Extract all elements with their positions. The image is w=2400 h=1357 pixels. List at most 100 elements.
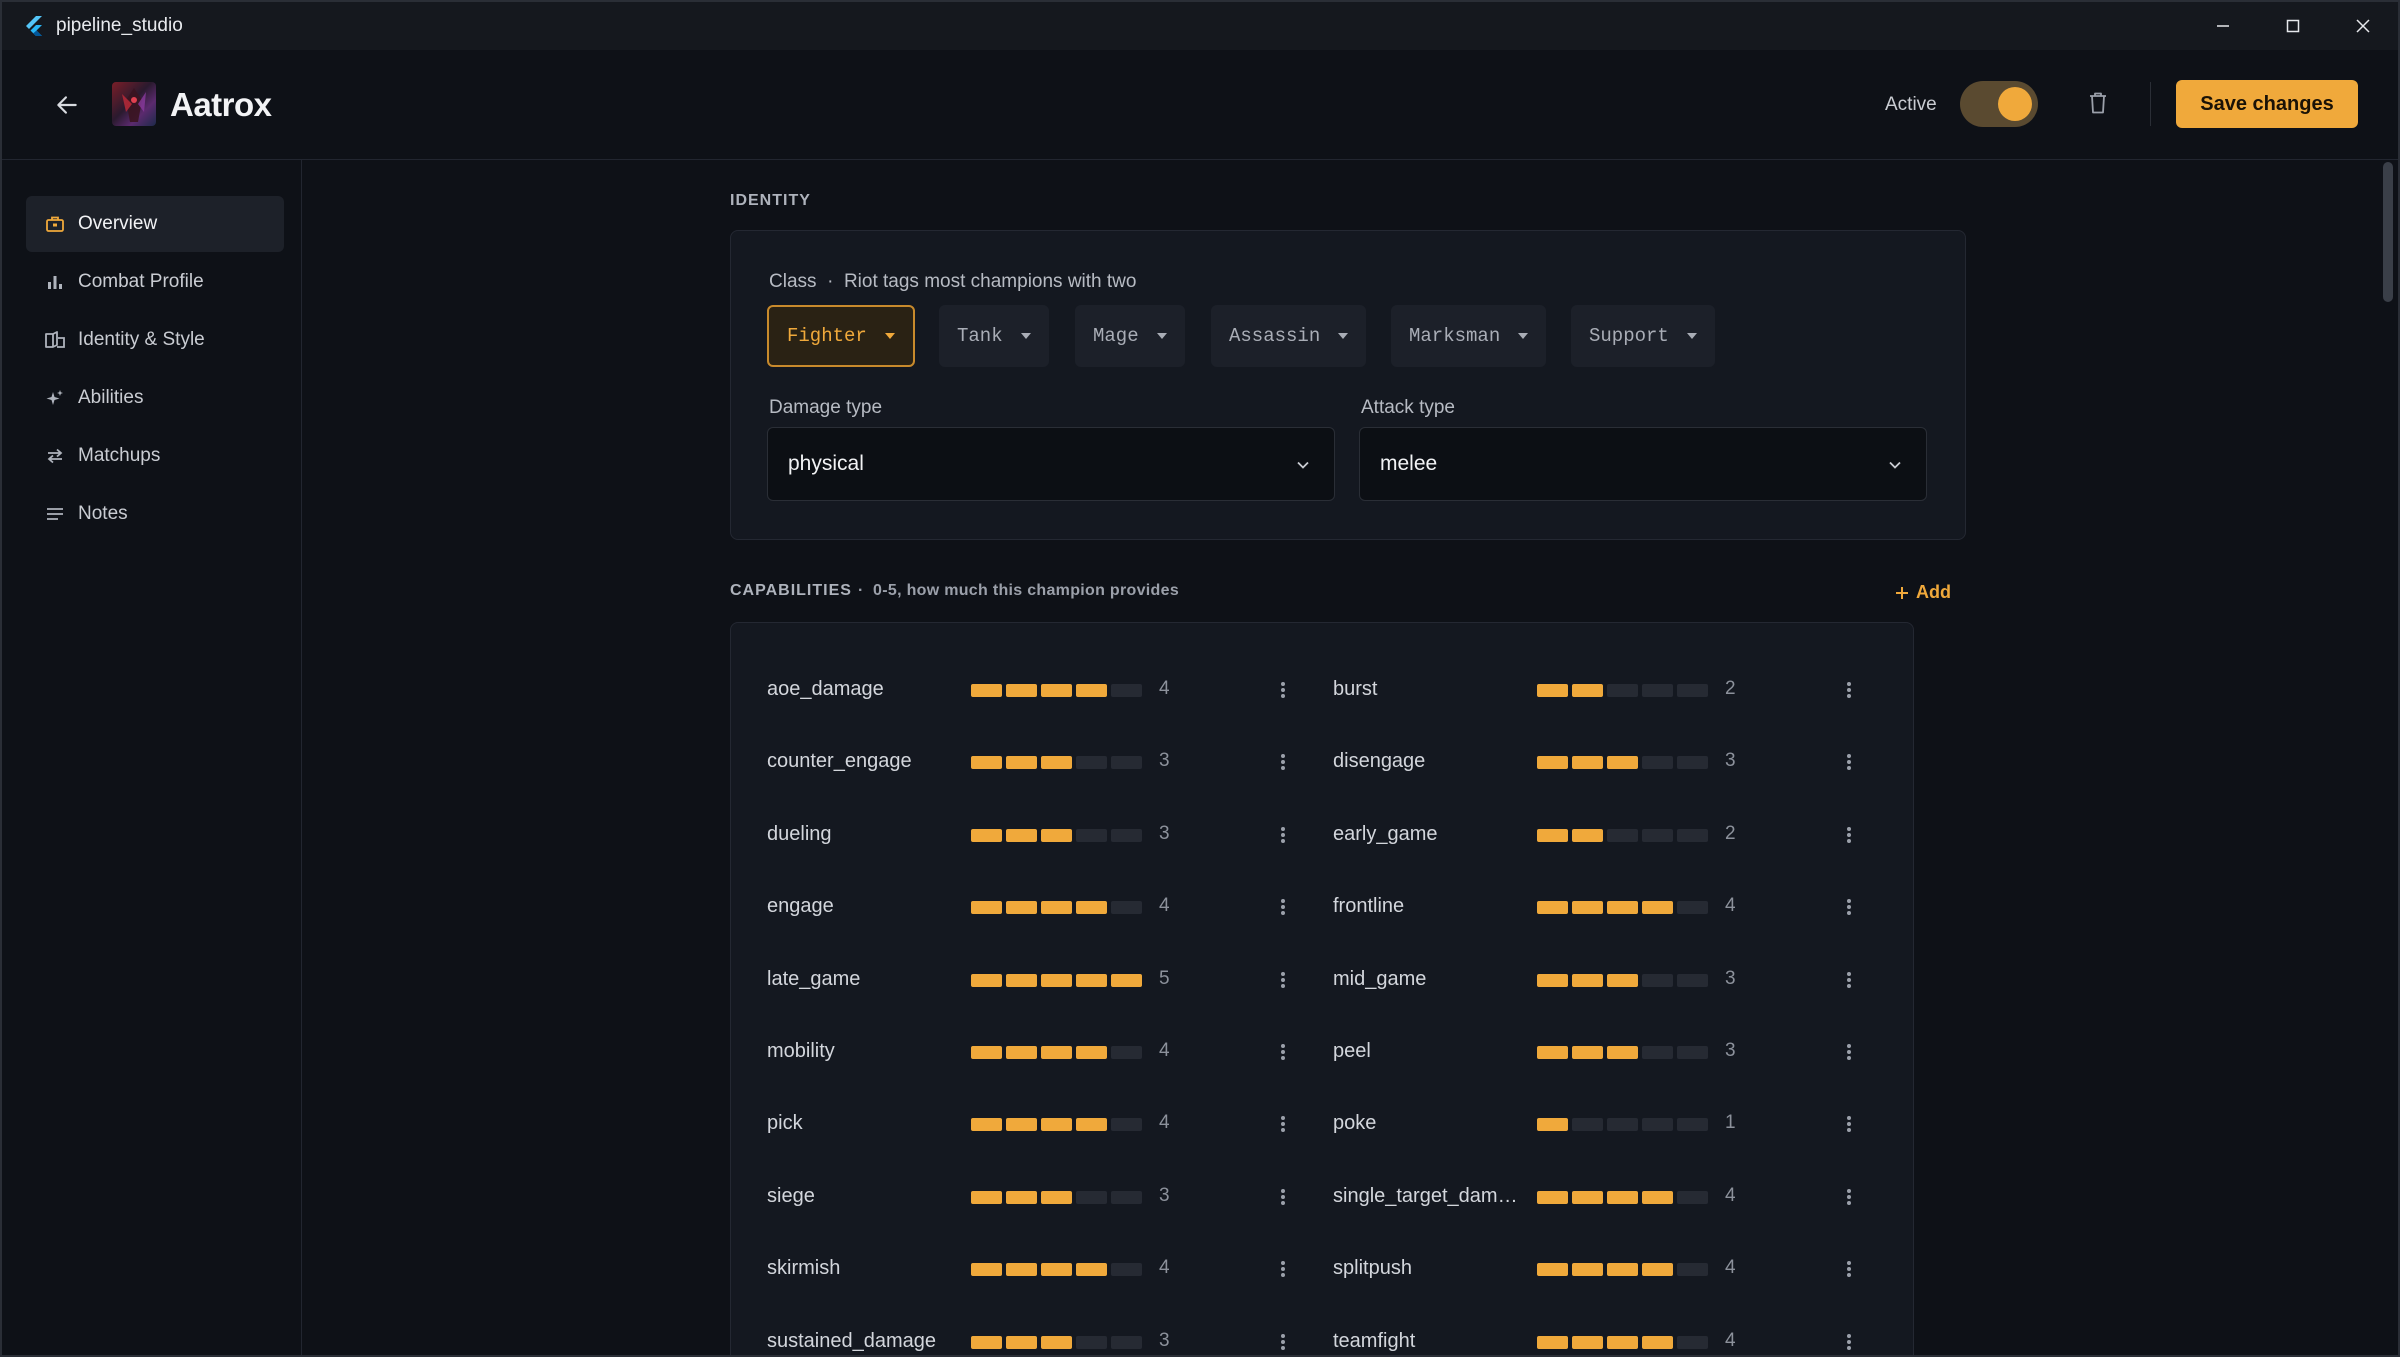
rating-segment[interactable] [1006, 1263, 1037, 1277]
rating-segment[interactable] [1642, 1190, 1673, 1204]
rating-segment[interactable] [1607, 828, 1638, 842]
rating-segment[interactable] [1076, 1263, 1107, 1277]
rating-segment[interactable] [1677, 828, 1708, 842]
rating-segment[interactable] [1041, 684, 1072, 697]
rating-segment[interactable] [1041, 973, 1072, 987]
rating-segment[interactable] [1041, 756, 1072, 770]
more-vertical-icon[interactable] [1275, 821, 1291, 849]
rating-segment[interactable] [1607, 901, 1638, 915]
sidebar-item-identity-style[interactable]: Identity & Style [26, 312, 284, 368]
more-vertical-icon[interactable] [1275, 1183, 1291, 1211]
rating-segment[interactable] [1677, 901, 1708, 915]
rating-segment[interactable] [1537, 901, 1568, 915]
rating-segment[interactable] [1572, 973, 1603, 987]
class-chip-fighter[interactable]: Fighter [767, 305, 915, 367]
attack-type-select[interactable]: melee [1359, 427, 1927, 501]
rating-segment[interactable] [1607, 973, 1638, 987]
rating-segment[interactable] [971, 901, 1002, 915]
rating-segment[interactable] [971, 1263, 1002, 1277]
capability-rating[interactable] [1537, 1190, 1712, 1204]
rating-segment[interactable] [1111, 1190, 1142, 1204]
rating-segment[interactable] [1111, 1335, 1142, 1349]
rating-segment[interactable] [1537, 1335, 1568, 1349]
rating-segment[interactable] [1537, 1263, 1568, 1277]
rating-segment[interactable] [971, 828, 1002, 842]
scroll-thumb[interactable] [2383, 162, 2393, 302]
capability-rating[interactable] [971, 1046, 1146, 1059]
rating-segment[interactable] [971, 973, 1002, 987]
more-vertical-icon[interactable] [1841, 893, 1857, 921]
rating-segment[interactable] [1677, 973, 1708, 987]
more-vertical-icon[interactable] [1841, 966, 1857, 994]
rating-segment[interactable] [1041, 1046, 1072, 1059]
rating-segment[interactable] [1537, 684, 1568, 697]
capability-rating[interactable] [971, 1118, 1146, 1132]
capability-rating[interactable] [971, 1335, 1146, 1349]
rating-segment[interactable] [1642, 973, 1673, 987]
class-chip-mage[interactable]: Mage [1075, 305, 1185, 367]
rating-segment[interactable] [1572, 1118, 1603, 1132]
maximize-button[interactable] [2258, 2, 2328, 50]
rating-segment[interactable] [1572, 1335, 1603, 1349]
rating-segment[interactable] [1642, 684, 1673, 697]
rating-segment[interactable] [1041, 901, 1072, 915]
rating-segment[interactable] [1607, 1046, 1638, 1059]
rating-segment[interactable] [1607, 1335, 1638, 1349]
sidebar-item-abilities[interactable]: Abilities [26, 370, 284, 426]
rating-segment[interactable] [1537, 1118, 1568, 1132]
capability-rating[interactable] [1537, 684, 1712, 697]
capability-rating[interactable] [1537, 828, 1712, 842]
rating-segment[interactable] [1111, 973, 1142, 987]
rating-segment[interactable] [1677, 1190, 1708, 1204]
rating-segment[interactable] [1076, 1118, 1107, 1132]
rating-segment[interactable] [1111, 1046, 1142, 1059]
back-button[interactable] [50, 88, 84, 122]
rating-segment[interactable] [1076, 1046, 1107, 1059]
rating-segment[interactable] [1006, 756, 1037, 770]
capability-rating[interactable] [1537, 1263, 1712, 1277]
rating-segment[interactable] [1111, 901, 1142, 915]
more-vertical-icon[interactable] [1841, 1328, 1857, 1355]
sidebar-item-overview[interactable]: Overview [26, 196, 284, 252]
add-capability-button[interactable]: Add [1894, 582, 1951, 603]
rating-segment[interactable] [1006, 1190, 1037, 1204]
more-vertical-icon[interactable] [1841, 1255, 1857, 1283]
more-vertical-icon[interactable] [1275, 748, 1291, 776]
class-chip-assassin[interactable]: Assassin [1211, 305, 1367, 367]
class-chip-support[interactable]: Support [1571, 305, 1715, 367]
rating-segment[interactable] [1572, 1046, 1603, 1059]
capability-rating[interactable] [971, 684, 1146, 697]
sidebar-item-matchups[interactable]: Matchups [26, 428, 284, 484]
rating-segment[interactable] [1076, 901, 1107, 915]
rating-segment[interactable] [1677, 1335, 1708, 1349]
capability-rating[interactable] [971, 1263, 1146, 1277]
rating-segment[interactable] [1607, 684, 1638, 697]
save-changes-button[interactable]: Save changes [2176, 80, 2358, 128]
rating-segment[interactable] [971, 684, 1002, 697]
more-vertical-icon[interactable] [1841, 676, 1857, 704]
capability-rating[interactable] [971, 973, 1146, 987]
rating-segment[interactable] [1041, 1190, 1072, 1204]
more-vertical-icon[interactable] [1275, 1038, 1291, 1066]
rating-segment[interactable] [1677, 1046, 1708, 1059]
class-chip-tank[interactable]: Tank [939, 305, 1049, 367]
rating-segment[interactable] [1041, 1263, 1072, 1277]
rating-segment[interactable] [1006, 1118, 1037, 1132]
rating-segment[interactable] [1076, 1335, 1107, 1349]
rating-segment[interactable] [1572, 1263, 1603, 1277]
rating-segment[interactable] [1572, 684, 1603, 697]
rating-segment[interactable] [1076, 828, 1107, 842]
active-toggle[interactable] [1960, 81, 2038, 127]
rating-segment[interactable] [1041, 1118, 1072, 1132]
rating-segment[interactable] [1076, 684, 1107, 697]
delete-button[interactable] [2082, 86, 2114, 120]
rating-segment[interactable] [1076, 1190, 1107, 1204]
capability-rating[interactable] [971, 901, 1146, 915]
rating-segment[interactable] [1607, 1118, 1638, 1132]
more-vertical-icon[interactable] [1841, 821, 1857, 849]
rating-segment[interactable] [1537, 1046, 1568, 1059]
capability-rating[interactable] [1537, 756, 1712, 770]
capability-rating[interactable] [1537, 1335, 1712, 1349]
more-vertical-icon[interactable] [1275, 1255, 1291, 1283]
damage-type-select[interactable]: physical [767, 427, 1335, 501]
